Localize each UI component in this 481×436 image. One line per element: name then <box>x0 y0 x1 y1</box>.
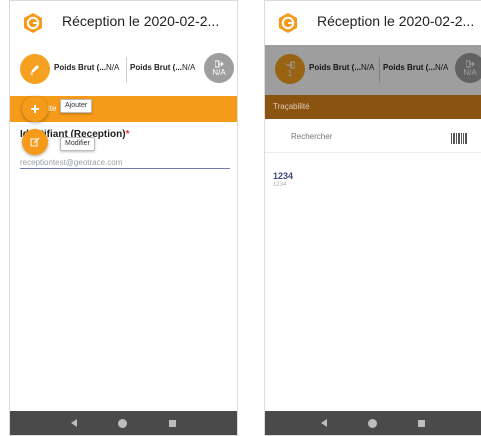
app-header: Réception le 2020-02-2... <box>265 1 481 45</box>
info-divider <box>126 57 127 83</box>
search-row <box>265 125 481 153</box>
search-input[interactable] <box>291 132 421 141</box>
edit-tooltip: Modifier <box>60 137 95 151</box>
exit-icon <box>214 60 224 67</box>
required-mark: * <box>125 129 130 140</box>
list-item-subtitle: 1234 <box>273 182 287 188</box>
android-navbar <box>265 411 481 435</box>
barcode-icon[interactable] <box>451 133 467 144</box>
home-icon[interactable] <box>118 418 128 428</box>
list-item[interactable]: 1234 1234 <box>273 171 293 188</box>
phone-screen-left: Réception le 2020-02-2... Poids Brut (..… <box>9 0 238 436</box>
app-header: Réception le 2020-02-2... <box>10 1 237 45</box>
page-title: Réception le 2020-02-2... <box>317 13 475 29</box>
geotrace-logo-icon <box>277 12 299 34</box>
recent-apps-icon[interactable] <box>417 419 425 427</box>
weight-brut-2-label: Poids Brut (... <box>130 63 182 72</box>
recent-apps-icon[interactable] <box>169 419 177 427</box>
add-button[interactable] <box>22 96 48 122</box>
phone-screen-right: Réception le 2020-02-2... 1 Poids Brut (… <box>264 0 481 436</box>
tracabilite-header: Traçabilité <box>265 95 481 119</box>
exit-button[interactable]: N/A <box>204 53 234 83</box>
back-icon[interactable] <box>321 419 328 427</box>
pen-icon <box>30 65 39 75</box>
tracabilite-label: Traçabilité <box>273 102 310 111</box>
edit-button[interactable] <box>22 129 48 155</box>
dim-overlay <box>265 45 481 95</box>
pen-button[interactable] <box>20 54 50 84</box>
geotrace-logo-icon <box>22 12 44 34</box>
page-title: Réception le 2020-02-2... <box>62 13 220 29</box>
home-icon[interactable] <box>367 418 377 428</box>
back-icon[interactable] <box>70 419 77 427</box>
plus-icon <box>31 105 39 113</box>
list-item-title: 1234 <box>273 171 294 181</box>
weight-brut-2: Poids Brut (...N/A <box>130 63 195 72</box>
edit-icon <box>30 137 40 147</box>
android-navbar <box>10 411 237 435</box>
add-tooltip: Ajouter <box>60 99 93 113</box>
weight-brut-1-value: N/A <box>106 63 120 72</box>
weight-brut-1: Poids Brut (...N/A <box>54 63 119 72</box>
section-bar-text: ite <box>48 104 57 113</box>
weight-brut-1-label: Poids Brut (... <box>54 63 106 72</box>
exit-value: N/A <box>212 67 226 77</box>
screenshot-stage: Réception le 2020-02-2... Poids Brut (..… <box>0 0 481 436</box>
info-row: Poids Brut (...N/A Poids Brut (...N/A N/… <box>10 49 237 89</box>
identifiant-input[interactable] <box>20 157 230 169</box>
weight-brut-2-value: N/A <box>182 63 196 72</box>
